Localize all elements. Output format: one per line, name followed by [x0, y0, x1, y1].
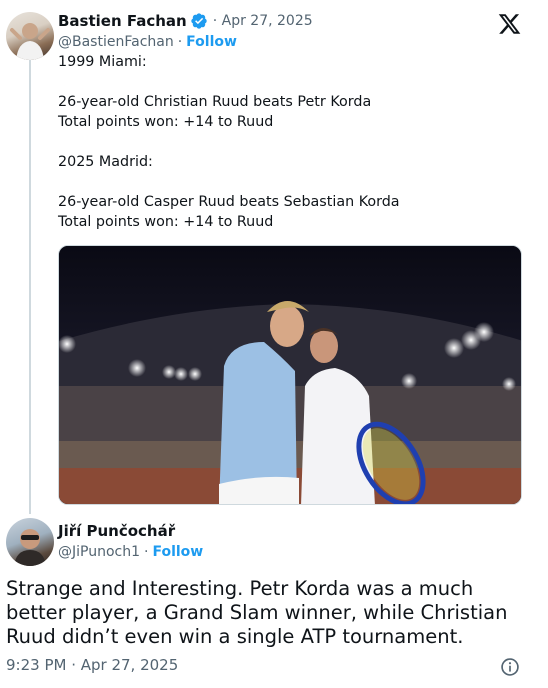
- x-logo-icon[interactable]: [497, 12, 522, 36]
- tweet-text-line: 1999 Miami:: [58, 54, 147, 70]
- reply-avatar[interactable]: [6, 518, 54, 566]
- reply-text: Strange and Interesting. Petr Korda was …: [6, 577, 508, 648]
- tweet-text-line: Total points won: +14 to Ruud: [58, 214, 274, 230]
- author-handle[interactable]: @BastienFachan: [58, 34, 174, 50]
- tweet-text-line: 2025 Madrid:: [58, 154, 153, 170]
- reply-follow-button[interactable]: Follow: [152, 544, 203, 560]
- tweet-date[interactable]: · Apr 27, 2025: [213, 13, 313, 29]
- tweet-text-line: 26-year-old Christian Ruud beats Petr Ko…: [58, 94, 372, 110]
- tweet-media-photo[interactable]: [58, 245, 522, 505]
- reply-subheader: @JiPunoch1 · Follow: [58, 542, 203, 562]
- separator-dot: ·: [177, 34, 183, 50]
- reply-avatar-image: [14, 529, 46, 566]
- info-icon[interactable]: [500, 657, 520, 677]
- reply-header: Jiří Punčochář: [58, 521, 175, 541]
- separator-dot: ·: [144, 544, 149, 560]
- tweet-text-line: 26-year-old Casper Ruud beats Sebastian …: [58, 194, 400, 210]
- reply-author-handle[interactable]: @JiPunoch1: [58, 544, 140, 560]
- avatar[interactable]: [6, 12, 54, 60]
- tennis-players-photo: [59, 246, 521, 504]
- avatar-image: [10, 23, 50, 60]
- reply-timestamp[interactable]: 9:23 PM · Apr 27, 2025: [6, 656, 178, 674]
- tweet-subheader: @BastienFachan · Follow: [58, 32, 237, 52]
- thread-connector-line: [29, 60, 31, 514]
- follow-button[interactable]: Follow: [186, 34, 237, 50]
- tweet-text-line: Total points won: +14 to Ruud: [58, 114, 274, 130]
- verified-badge-icon: [191, 13, 207, 29]
- reply-author-name[interactable]: Jiří Punčochář: [58, 522, 175, 540]
- author-name[interactable]: Bastien Fachan: [58, 12, 187, 30]
- tweet-header: Bastien Fachan · Apr 27, 2025: [58, 11, 313, 31]
